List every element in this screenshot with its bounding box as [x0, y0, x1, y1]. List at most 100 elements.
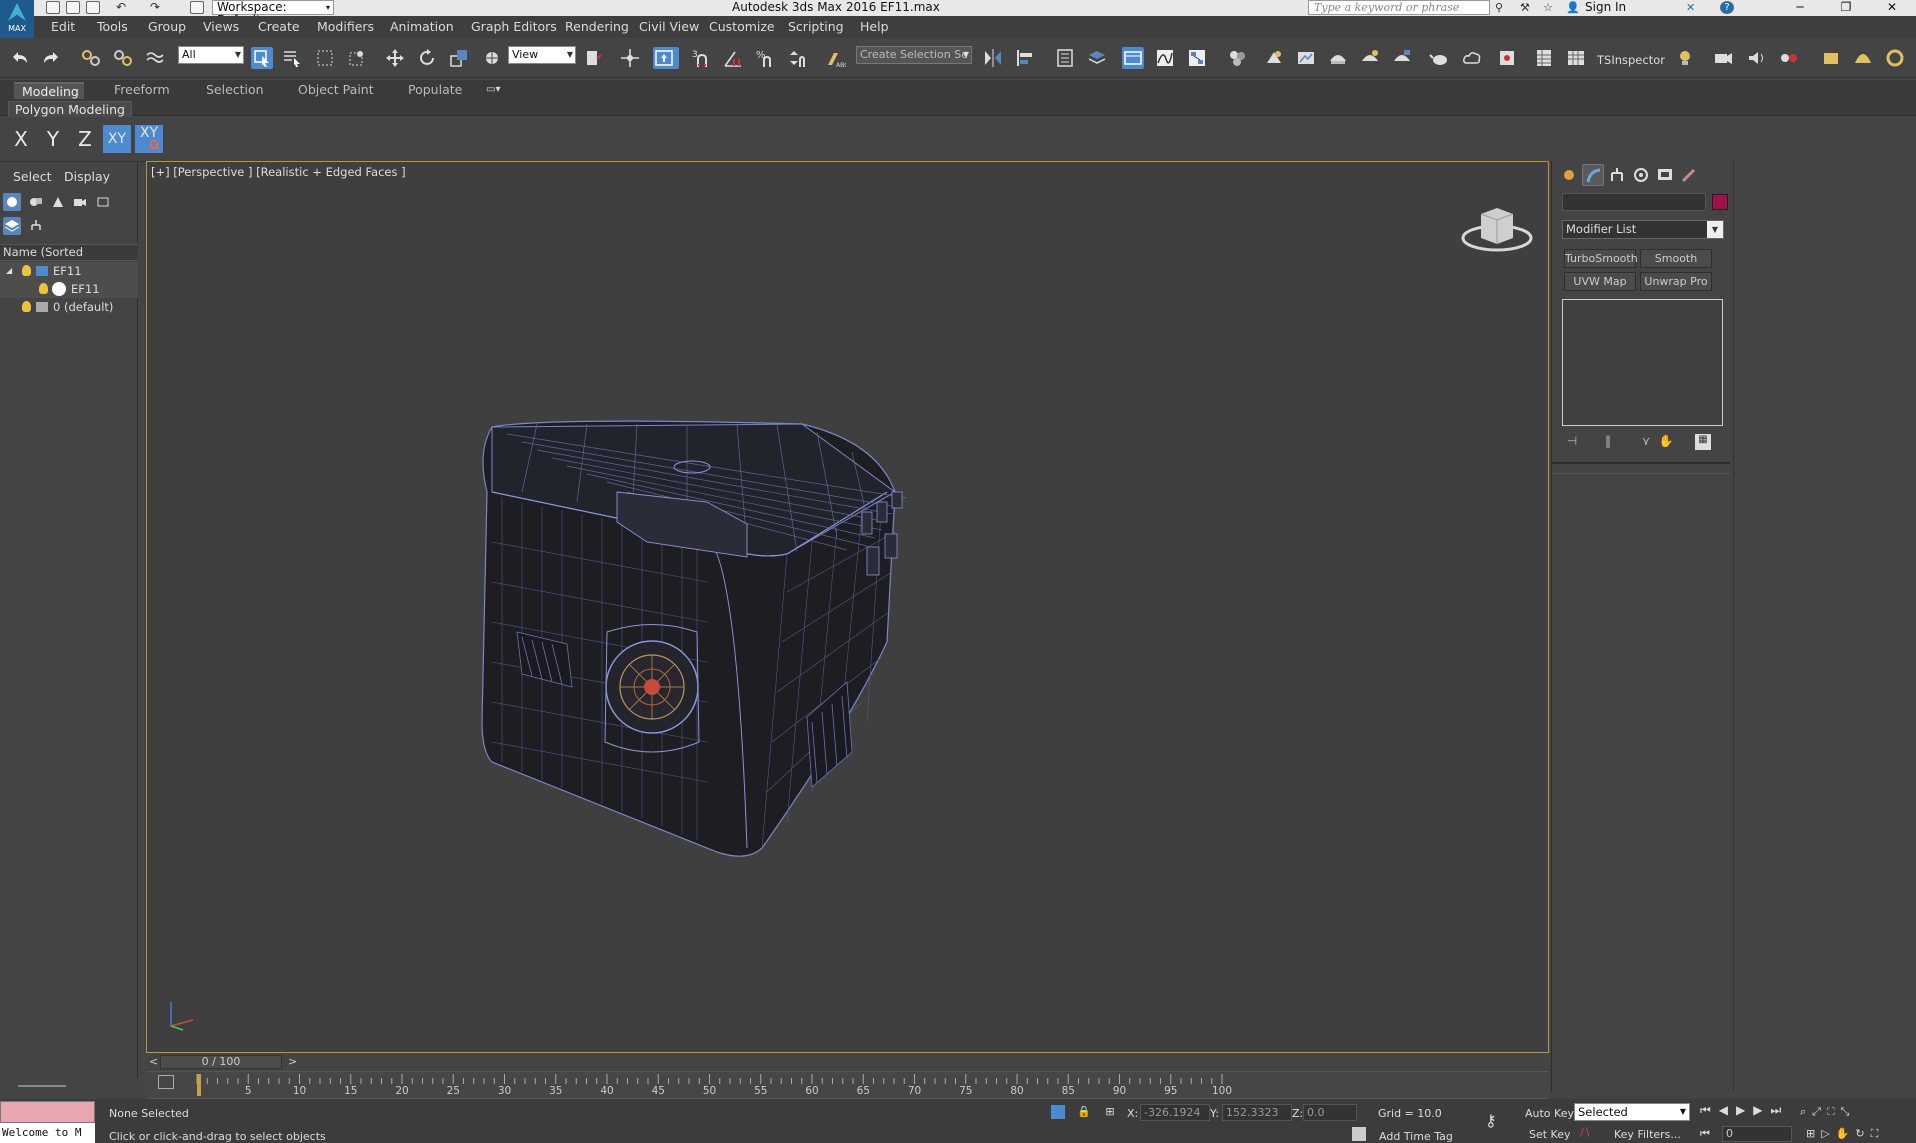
video-post-icon[interactable]: [1778, 47, 1800, 69]
explorer-column-header[interactable]: Name (Sorted Descending): [0, 244, 138, 274]
snaps-toggle-icon[interactable]: 3: [690, 47, 712, 69]
display-tab-icon[interactable]: [1654, 164, 1676, 186]
explorer-tab-select[interactable]: Select: [13, 169, 52, 184]
camera-icon[interactable]: [1712, 47, 1734, 69]
redo-icon[interactable]: ↷: [150, 1, 164, 14]
binoculars-icon[interactable]: ⚲: [1495, 1, 1509, 14]
tab-selection[interactable]: Selection: [198, 82, 272, 99]
isolate-selection-icon[interactable]: [1051, 1105, 1065, 1119]
display-shapes-icon[interactable]: [27, 193, 45, 211]
axis-z-button[interactable]: Z: [71, 125, 99, 153]
tree-row-layer-default[interactable]: 0 (default): [0, 298, 138, 316]
key-mode-toggle-icon[interactable]: ⏮: [1700, 1127, 1714, 1141]
x-coordinate-field[interactable]: -326.1924: [1140, 1104, 1210, 1121]
close-window-button[interactable]: ✕: [1872, 0, 1912, 16]
unwrap-pro-button[interactable]: Unwrap Pro: [1640, 272, 1712, 291]
render-iterative-icon[interactable]: [1359, 47, 1381, 69]
explorer-resize-handle[interactable]: [18, 1085, 66, 1087]
menu-group[interactable]: Group: [148, 19, 186, 34]
mirror-icon[interactable]: [982, 47, 1004, 69]
tab-modeling[interactable]: Modeling: [14, 82, 84, 99]
modify-tab-icon[interactable]: [1582, 164, 1604, 186]
viewport-nav-controls-2[interactable]: ⊞▷✋↻⛶: [1806, 1127, 1916, 1143]
select-object-icon[interactable]: [251, 47, 273, 69]
undo-icon[interactable]: [9, 47, 31, 69]
key-filters-button[interactable]: Key Filters...: [1614, 1128, 1681, 1141]
undo-icon[interactable]: ↶: [116, 1, 130, 14]
tab-object-paint[interactable]: Object Paint: [290, 82, 382, 99]
ribbon-options-icon[interactable]: ▭▾: [486, 84, 508, 96]
selection-lock-icon[interactable]: 🔒: [1077, 1105, 1091, 1119]
active-shade-icon[interactable]: [1391, 47, 1413, 69]
edit-named-selection-icon[interactable]: ABC: [824, 47, 848, 69]
display-lights-icon[interactable]: [49, 193, 67, 211]
menu-scripting[interactable]: Scripting: [788, 19, 844, 34]
sphere-icon[interactable]: [1884, 47, 1906, 69]
menu-graph-editors[interactable]: Graph Editors: [471, 19, 557, 34]
create-tab-icon[interactable]: [1558, 164, 1580, 186]
keyboard-shortcut-override-icon[interactable]: [653, 47, 679, 69]
tree-row-layer-ef11[interactable]: ◢ EF11: [0, 262, 138, 280]
default-tangent-icon[interactable]: ∕∖: [1580, 1126, 1596, 1140]
mini-curve-editor-icon[interactable]: [158, 1075, 174, 1089]
time-slider[interactable]: < 0 / 100 >: [146, 1053, 1549, 1071]
schematic-view-icon[interactable]: [1186, 47, 1208, 69]
modifier-stack[interactable]: [1562, 299, 1723, 426]
menu-modifiers[interactable]: Modifiers: [317, 19, 374, 34]
menu-views[interactable]: Views: [203, 19, 239, 34]
select-by-name-icon[interactable]: [281, 47, 303, 69]
move-icon[interactable]: [384, 47, 406, 69]
rect-selection-icon[interactable]: [314, 47, 336, 69]
material-editor-icon[interactable]: [1226, 47, 1248, 69]
smooth-button[interactable]: Smooth: [1640, 249, 1712, 268]
menu-rendering[interactable]: Rendering: [565, 19, 629, 34]
curve-editor-icon[interactable]: [1154, 47, 1176, 69]
menu-help[interactable]: Help: [860, 19, 889, 34]
sort-by-layer-icon[interactable]: [3, 217, 21, 235]
help-icon[interactable]: ?: [1720, 1, 1734, 14]
bind-spacewarp-icon[interactable]: [144, 47, 166, 69]
rotate-icon[interactable]: [416, 47, 438, 69]
add-time-tag[interactable]: Add Time Tag: [1379, 1130, 1453, 1143]
polygon-modeling-panel[interactable]: Polygon Modeling: [8, 101, 132, 118]
auto-key-button[interactable]: Auto Key: [1525, 1107, 1574, 1120]
maxscript-input[interactable]: Welcome to M: [0, 1123, 95, 1143]
sound-icon[interactable]: [1745, 47, 1767, 69]
render-setup-icon[interactable]: [1263, 47, 1285, 69]
uvw-map-button[interactable]: UVW Map: [1564, 272, 1636, 291]
object-yellow-icon[interactable]: [1820, 47, 1842, 69]
tab-freeform[interactable]: Freeform: [106, 82, 178, 99]
turbosmooth-button[interactable]: TurboSmooth: [1564, 249, 1638, 268]
viewport-nav-controls[interactable]: ⌕⤢⛶⤡: [1800, 1105, 1910, 1121]
menu-tools[interactable]: Tools: [97, 19, 128, 34]
menu-civil-view[interactable]: Civil View: [639, 19, 699, 34]
app-menu-button[interactable]: MAX: [0, 0, 34, 38]
table-grid-icon[interactable]: [1565, 47, 1587, 69]
link-icon[interactable]: [80, 47, 102, 69]
selection-filter-dropdown[interactable]: All ▼: [178, 46, 244, 64]
tree-row-object-ef11[interactable]: EF11: [0, 280, 138, 298]
sort-by-hierarchy-icon[interactable]: [27, 217, 45, 235]
key-mode-dropdown[interactable]: Selected ▼: [1574, 1103, 1690, 1121]
tsinspector-label[interactable]: TSInspector: [1597, 53, 1665, 67]
menu-edit[interactable]: Edit: [51, 19, 75, 34]
pivot-center-icon[interactable]: [583, 47, 605, 69]
maximize-button[interactable]: ❐: [1826, 0, 1866, 16]
display-geometry-icon[interactable]: [3, 193, 21, 211]
time-prev-button[interactable]: <: [149, 1055, 158, 1068]
current-frame-field[interactable]: 0: [1722, 1126, 1792, 1142]
time-slider-thumb[interactable]: 0 / 100: [160, 1055, 282, 1069]
absolute-mode-icon[interactable]: ⊞: [1103, 1105, 1117, 1119]
configure-modifier-sets-icon[interactable]: ▦: [1695, 434, 1711, 450]
current-frame-marker[interactable]: [197, 1074, 201, 1096]
place-icon[interactable]: [481, 47, 503, 69]
viewcube[interactable]: [1457, 200, 1537, 260]
menu-animation[interactable]: Animation: [390, 19, 454, 34]
sign-in-link[interactable]: Sign In: [1585, 0, 1626, 15]
rendered-frame-window-icon[interactable]: [1295, 47, 1317, 69]
show-end-result-icon[interactable]: ‖: [1600, 434, 1616, 450]
axis-xy-button[interactable]: XY: [103, 125, 131, 153]
motion-tab-icon[interactable]: [1630, 164, 1652, 186]
spinner-snap-icon[interactable]: [786, 47, 808, 69]
add-time-tag-icon[interactable]: [1352, 1127, 1366, 1141]
